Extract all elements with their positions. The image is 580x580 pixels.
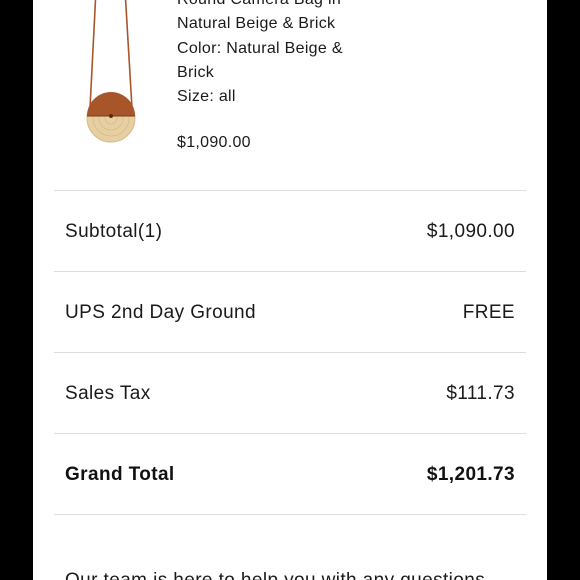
sales-tax-value: $111.73 [446,383,515,404]
divider [54,352,526,353]
order-summary-panel: Round Camera Bag in Natural Beige & Bric… [33,0,547,580]
shipping-value: FREE [462,302,515,323]
divider [54,514,526,515]
product-price: $1,090.00 [177,134,251,151]
divider [54,433,526,434]
divider [54,190,526,191]
product-details: Round Camera Bag in Natural Beige & Bric… [177,0,377,109]
product-name-line-2[interactable]: Natural Beige & Brick [177,12,377,36]
subtotal-value: $1,090.00 [426,221,515,242]
subtotal-label: Subtotal(1) [65,221,163,242]
shipping-label: UPS 2nd Day Ground [65,302,256,323]
help-text: Our team is here to help you with any qu… [65,570,485,580]
grand-total-value: $1,201.73 [426,464,515,485]
grand-total-label: Grand Total [65,464,175,485]
sales-tax-label: Sales Tax [65,383,151,404]
product-color-line-2: Brick [177,63,215,81]
product-thumbnail[interactable] [84,0,144,154]
product-size: Size: all [177,88,236,106]
product-color-line-1: Color: Natural Beige & [177,39,343,57]
product-name-line-1[interactable]: Round Camera Bag in [177,0,377,12]
divider [54,271,526,272]
